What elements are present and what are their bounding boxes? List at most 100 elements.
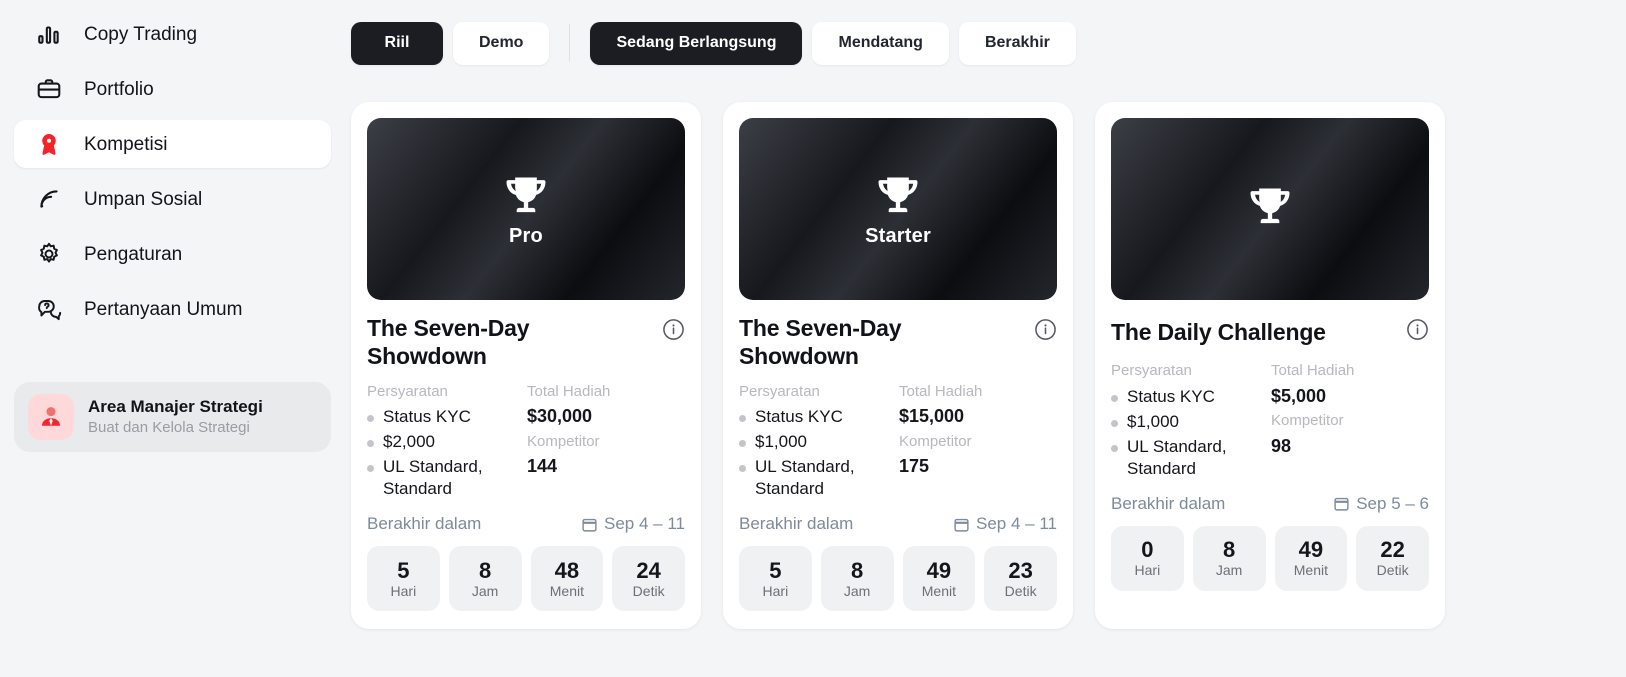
countdown-hours-label: Jam: [843, 582, 871, 599]
countdown-hours: 8 Jam: [820, 546, 894, 612]
manager-card-subtitle: Buat dan Kelola Strategi: [88, 419, 250, 437]
countdown-days-label: Hari: [762, 582, 789, 599]
bullet-icon: [1111, 419, 1118, 427]
countdown-timer: 5 Hari 8 Jam 48 Menit 24 Detik: [367, 546, 685, 612]
countdown-minutes: 49 Menit: [902, 546, 976, 612]
countdown-days-value: 5: [769, 557, 782, 583]
gear-icon: [36, 241, 62, 267]
sidebar-item-copy-trading[interactable]: Copy Trading: [14, 10, 331, 58]
competition-card[interactable]: Starter The Seven-Day Showdown Persyarat…: [723, 102, 1073, 630]
countdown-timer: 5 Hari 8 Jam 49 Menit 23 Detik: [739, 546, 1057, 612]
requirement-text: UL Standard, Standard: [755, 457, 855, 499]
card-title: The Seven-Day Showdown: [367, 315, 530, 370]
info-icon[interactable]: [662, 318, 685, 346]
countdown-minutes: 48 Menit: [530, 546, 604, 612]
countdown-seconds-label: Detik: [1004, 582, 1037, 599]
competition-card[interactable]: The Daily Challenge Persyaratan Status K…: [1095, 102, 1445, 630]
bullet-icon: [739, 415, 746, 423]
tab-sedang-berlangsung[interactable]: Sedang Berlangsung: [590, 21, 803, 65]
bullet-icon: [367, 415, 374, 423]
competition-card-list: Pro The Seven-Day Showdown Persyaratan S…: [345, 72, 1626, 630]
countdown-hours-value: 8: [1223, 537, 1236, 563]
card-details: Persyaratan Status KYC $1,000 UL Standar…: [739, 381, 1057, 501]
countdown-minutes-value: 49: [926, 557, 952, 583]
strategy-manager-card[interactable]: Area Manajer Strategi Buat dan Kelola St…: [14, 382, 331, 452]
requirements-column: Persyaratan Status KYC $1,000 UL Standar…: [739, 381, 899, 501]
tab-divider: [569, 24, 571, 62]
manager-card-title: Area Manajer Strategi: [88, 397, 263, 417]
app-root: Copy Trading Portfolio Kompetisi Umpan S…: [0, 0, 1626, 677]
card-title: The Seven-Day Showdown: [739, 315, 902, 370]
sidebar-item-label: Pertanyaan Umum: [84, 298, 243, 320]
sidebar-item-label: Kompetisi: [84, 133, 168, 155]
countdown-minutes: 49 Menit: [1274, 525, 1348, 591]
countdown-hours-value: 8: [851, 557, 864, 583]
sidebar-item-pengaturan[interactable]: Pengaturan: [14, 230, 331, 278]
prize-pool-label: Total Hadiah: [899, 382, 983, 400]
bullet-icon: [367, 465, 374, 473]
bullet-icon: [739, 440, 746, 448]
requirements-column: Persyaratan Status KYC $1,000 UL Standar…: [1111, 360, 1271, 480]
requirement-item: Status KYC: [367, 406, 527, 428]
countdown-minutes-label: Menit: [1293, 562, 1328, 579]
card-details: Persyaratan Status KYC $2,000 UL Standar…: [367, 381, 685, 501]
prize-column: Total Hadiah $5,000 Kompetitor 98: [1271, 360, 1429, 480]
trophy-icon: [878, 177, 918, 212]
card-ends-row: Berakhir dalam Sep 4 – 11: [367, 514, 685, 534]
requirement-item: $1,000: [739, 431, 899, 453]
competition-card[interactable]: Pro The Seven-Day Showdown Persyaratan S…: [351, 102, 701, 630]
sidebar-item-portfolio[interactable]: Portfolio: [14, 65, 331, 113]
info-icon[interactable]: [1406, 318, 1429, 346]
countdown-hours-label: Jam: [471, 582, 499, 599]
requirement-item: UL Standard, Standard: [367, 456, 527, 500]
sidebar-item-kompetisi[interactable]: Kompetisi: [14, 120, 331, 168]
card-tier-label: Starter: [865, 224, 931, 247]
requirement-item: $2,000: [367, 431, 527, 453]
sidebar-item-label: Portfolio: [84, 78, 154, 100]
prize-pool-label: Total Hadiah: [527, 382, 611, 400]
tab-riil[interactable]: Riil: [351, 21, 443, 65]
requirements-label: Persyaratan: [1111, 362, 1192, 379]
countdown-seconds-value: 24: [636, 557, 661, 583]
card-banner: Starter: [739, 118, 1057, 300]
sidebar-item-pertanyaan-umum[interactable]: Pertanyaan Umum: [14, 285, 331, 333]
bullet-icon: [739, 465, 746, 473]
competitors-value: 175: [899, 456, 930, 477]
requirement-item: Status KYC: [739, 406, 899, 428]
date-range: Sep 4 – 11: [581, 514, 685, 534]
tab-bar: Riil Demo Sedang Berlangsung Mendatang B…: [345, 0, 1626, 72]
competitors-value: 98: [1271, 435, 1292, 456]
date-range-text: Sep 4 – 11: [604, 514, 685, 534]
info-icon[interactable]: [1034, 318, 1057, 346]
countdown-hours: 8 Jam: [448, 546, 522, 612]
countdown-seconds-value: 23: [1008, 557, 1033, 583]
tab-demo[interactable]: Demo: [453, 21, 550, 65]
sidebar-item-umpan-sosial[interactable]: Umpan Sosial: [14, 175, 331, 223]
sidebar-item-label: Copy Trading: [84, 23, 198, 45]
prize-pool-value: $5,000: [1271, 385, 1327, 406]
requirement-text: $1,000: [755, 432, 807, 452]
competitors-label: Kompetitor: [1271, 412, 1344, 430]
countdown-minutes-value: 48: [554, 557, 580, 583]
tab-berakhir[interactable]: Berakhir: [958, 21, 1076, 65]
countdown-days: 0 Hari: [1111, 525, 1184, 591]
competitors-value: 144: [527, 456, 558, 477]
countdown-minutes-value: 49: [1298, 537, 1324, 563]
briefcase-icon: [36, 76, 62, 102]
requirements-label: Persyaratan: [739, 382, 820, 400]
countdown-days: 5 Hari: [739, 546, 812, 612]
ends-in-label: Berakhir dalam: [367, 514, 482, 534]
card-title-row: The Seven-Day Showdown: [739, 314, 1057, 371]
bar-chart-icon: [36, 21, 62, 47]
card-details: Persyaratan Status KYC $1,000 UL Standar…: [1111, 360, 1429, 480]
requirement-item: UL Standard, Standard: [739, 456, 899, 500]
prize-pool-value: $30,000: [527, 406, 593, 427]
manager-avatar-icon: [28, 394, 74, 440]
prize-pool-label: Total Hadiah: [1271, 362, 1355, 379]
sidebar-item-label: Pengaturan: [84, 243, 183, 265]
tab-mendatang[interactable]: Mendatang: [812, 21, 949, 65]
requirement-text: Status KYC: [383, 407, 471, 427]
date-range-text: Sep 4 – 11: [976, 514, 1057, 534]
card-tier-label: Pro: [509, 224, 543, 247]
countdown-hours-value: 8: [479, 557, 492, 583]
